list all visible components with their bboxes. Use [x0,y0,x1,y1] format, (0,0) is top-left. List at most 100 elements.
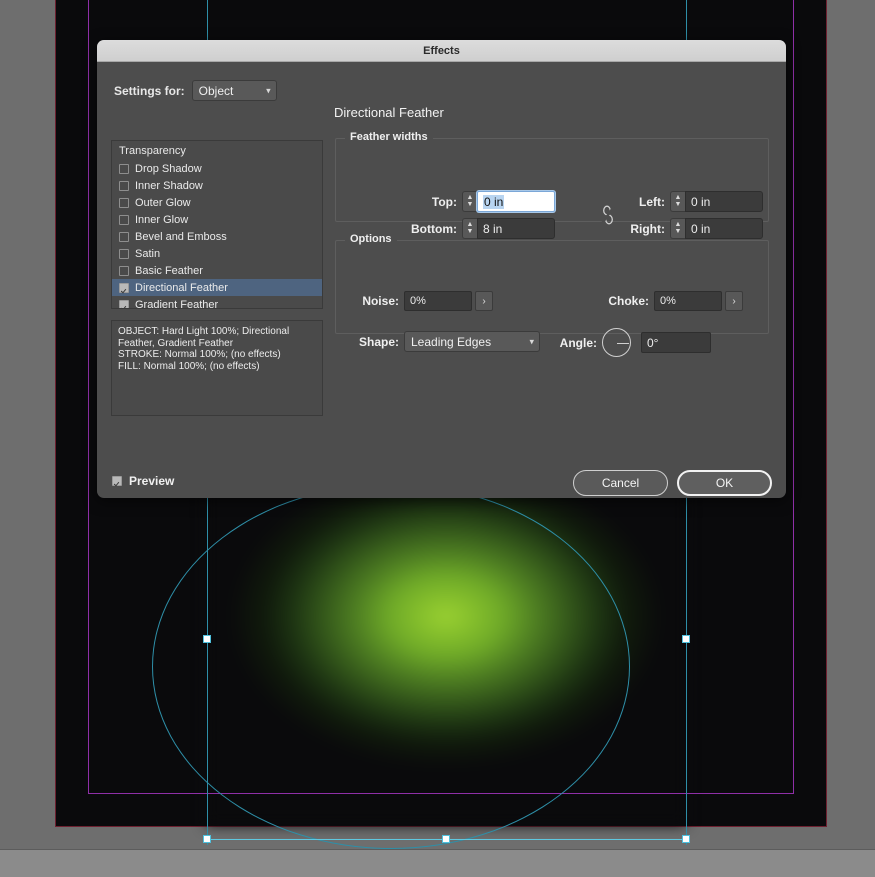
preview-row[interactable]: Preview [112,474,174,488]
feather-right-stepper[interactable]: ▲ ▼ [670,218,685,239]
checkbox-basic-feather[interactable] [119,265,129,276]
feather-top-stepper[interactable]: ▲ ▼ [462,191,477,212]
checkbox-satin[interactable] [119,248,129,259]
feather-top-input[interactable]: 0 in [477,191,555,212]
effects-list-item-gradient-feather[interactable]: Gradient Feather [112,296,322,309]
selection-handle-bottom-center[interactable] [442,835,450,843]
effects-list-item-label: Inner Shadow [135,179,203,192]
effects-list-item-label: Basic Feather [135,264,203,277]
ok-button-label: OK [715,476,734,490]
summary-line-object-cont: Feather, Gradient Feather [118,337,234,349]
effects-list-item-satin[interactable]: Satin [112,245,322,262]
application-window: Effects Settings for: Object ▾ Direction… [0,0,875,877]
summary-line-fill: FILL: Normal 100%; (no effects) [118,360,260,372]
effects-list-item-bevel-and-emboss[interactable]: Bevel and Emboss [112,228,322,245]
shape-select[interactable]: Leading Edges [404,331,540,352]
effects-list-item-directional-feather[interactable]: Directional Feather [112,279,322,296]
angle-row: Angle: 0° [547,328,711,357]
noise-value: 0% [410,295,426,307]
effect-panel-title: Directional Feather [334,105,444,120]
effects-list-item-label: Drop Shadow [135,162,202,175]
effects-list-item-basic-feather[interactable]: Basic Feather [112,262,322,279]
selection-handle-right-middle[interactable] [682,635,690,643]
choke-label: Choke: [608,294,649,308]
feathered-green-ellipse-object[interactable] [206,465,686,825]
checkbox-drop-shadow[interactable] [119,163,129,174]
settings-for-value: Object [198,83,234,98]
noise-input[interactable]: 0% [404,291,472,311]
noise-label: Noise: [362,294,399,308]
shape-row: Shape: Leading Edges ▾ [345,331,540,352]
checkbox-preview[interactable] [112,476,122,486]
cancel-button-label: Cancel [601,476,640,490]
feather-left-value: 0 in [691,194,711,209]
feather-bottom-value: 8 in [483,221,503,236]
feather-right-row: Right: ▲ ▼ 0 in [617,218,763,239]
effects-list-header: Transparency [119,145,186,157]
summary-line-stroke: STROKE: Normal 100%; (no effects) [118,349,281,360]
feather-left-input[interactable]: 0 in [685,191,763,212]
feather-left-row: Left: ▲ ▼ 0 in [625,191,763,212]
feather-bottom-row: Bottom: ▲ ▼ 8 in [385,218,555,239]
checkbox-gradient-feather[interactable] [119,299,129,308]
effects-list-item-drop-shadow[interactable]: Drop Shadow [112,160,322,177]
settings-for-select[interactable]: Object [191,80,277,101]
angle-label: Angle: [559,335,597,350]
choke-value: 0% [660,295,676,307]
dialog-titlebar[interactable]: Effects [97,40,786,62]
feather-right-label: Right: [630,221,665,236]
checkbox-bevel-and-emboss[interactable] [119,231,129,242]
summary-line-object: OBJECT: Hard Light 100%; Directional [118,326,290,337]
feather-bottom-input[interactable]: 8 in [477,218,555,239]
choke-row: Choke: 0% › [569,291,743,311]
feather-widths-legend: Feather widths [345,131,433,143]
noise-slider-popup-button[interactable]: › [475,291,493,311]
choke-slider-popup-button[interactable]: › [725,291,743,311]
checkbox-directional-feather[interactable] [119,282,129,293]
feather-right-value: 0 in [691,221,711,236]
angle-dial-control[interactable] [602,328,631,357]
status-bar [0,849,875,877]
effects-list-item-inner-shadow[interactable]: Inner Shadow [112,177,322,194]
selection-handle-bottom-left[interactable] [203,835,211,843]
feather-top-row: Top: ▲ ▼ 0 in [397,191,555,212]
effects-list-item-label: Directional Feather [135,281,228,294]
feather-right-input[interactable]: 0 in [685,218,763,239]
noise-row: Noise: 0% › [349,291,493,311]
checkbox-inner-shadow[interactable] [119,180,129,191]
chain-svg [600,205,616,225]
effects-list-item-outer-glow[interactable]: Outer Glow [112,194,322,211]
choke-input[interactable]: 0% [654,291,722,311]
effects-list-item-label: Satin [135,247,161,260]
feather-left-stepper[interactable]: ▲ ▼ [670,191,685,212]
selection-handle-left-middle[interactable] [203,635,211,643]
angle-value: 0° [647,335,659,350]
settings-for-select-wrap[interactable]: Object ▾ [191,80,277,101]
broken-chain-link-icon[interactable] [599,204,617,226]
ok-button[interactable]: OK [677,470,772,496]
options-legend: Options [345,233,397,245]
checkbox-inner-glow[interactable] [119,214,129,225]
checkbox-outer-glow[interactable] [119,197,129,208]
shape-select-wrap[interactable]: Leading Edges ▾ [404,331,540,352]
effects-list-item-label: Gradient Feather [135,298,219,309]
effects-list-item-label: Outer Glow [135,196,191,209]
selection-handle-bottom-right[interactable] [682,835,690,843]
settings-for-label: Settings for: [114,83,185,98]
preview-label: Preview [129,474,175,488]
feather-bottom-stepper[interactable]: ▲ ▼ [462,218,477,239]
effects-list-item-label: Bevel and Emboss [135,230,227,243]
shape-label: Shape: [358,334,399,349]
feather-top-value: 0 in [483,194,505,209]
effects-list-item-label: Inner Glow [135,213,189,226]
cancel-button[interactable]: Cancel [573,470,668,496]
shape-value: Leading Edges [411,334,492,349]
options-group: Options [335,233,769,334]
dialog-title: Effects [423,44,460,57]
effects-list[interactable]: Transparency Drop Shadow Inner Shadow Ou… [111,140,323,309]
angle-input[interactable]: 0° [641,332,711,353]
effects-summary-box: OBJECT: Hard Light 100%; Directional Fea… [111,320,323,416]
settings-for-row: Settings for: Object ▾ [114,80,277,101]
effects-dialog[interactable]: Effects Settings for: Object ▾ Direction… [97,40,786,498]
effects-list-item-inner-glow[interactable]: Inner Glow [112,211,322,228]
